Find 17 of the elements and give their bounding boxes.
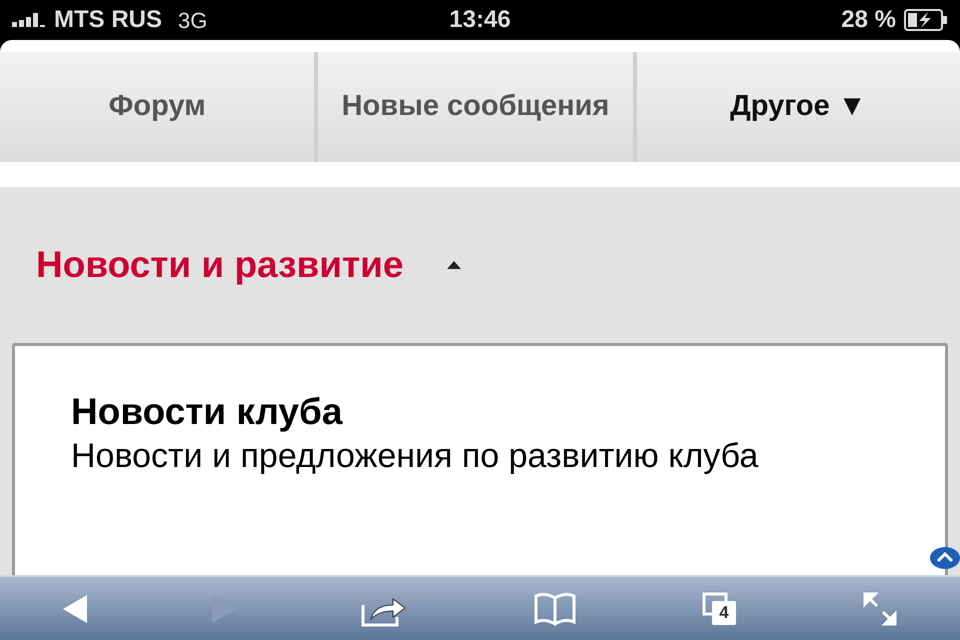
scroll-up-icon[interactable] bbox=[930, 547, 960, 569]
signal-icon bbox=[12, 13, 46, 27]
back-button[interactable] bbox=[62, 594, 87, 622]
clock-time: 13:46 bbox=[449, 6, 511, 33]
section-title[interactable]: Новости и развитие bbox=[36, 242, 404, 288]
network-type: 3G bbox=[178, 6, 208, 34]
collapse-caret-icon[interactable] bbox=[447, 261, 462, 269]
forum-title[interactable]: Новости клуба bbox=[71, 390, 889, 434]
forum-description: Новости и предложения по развитию клуба bbox=[71, 436, 760, 478]
tab-count: 4 bbox=[718, 602, 730, 624]
bookmarks-button[interactable] bbox=[532, 592, 577, 626]
battery-percent: 28 % bbox=[841, 5, 896, 35]
forum-card[interactable]: Новости клуба Новости и предложения по развитию клуба bbox=[12, 343, 948, 575]
tabs-button[interactable]: 4 bbox=[702, 592, 738, 626]
carrier-name: MTS RUS bbox=[54, 5, 162, 35]
fullscreen-button[interactable] bbox=[863, 592, 898, 626]
nav-tab[interactable]: Другое ▼ bbox=[636, 52, 960, 162]
